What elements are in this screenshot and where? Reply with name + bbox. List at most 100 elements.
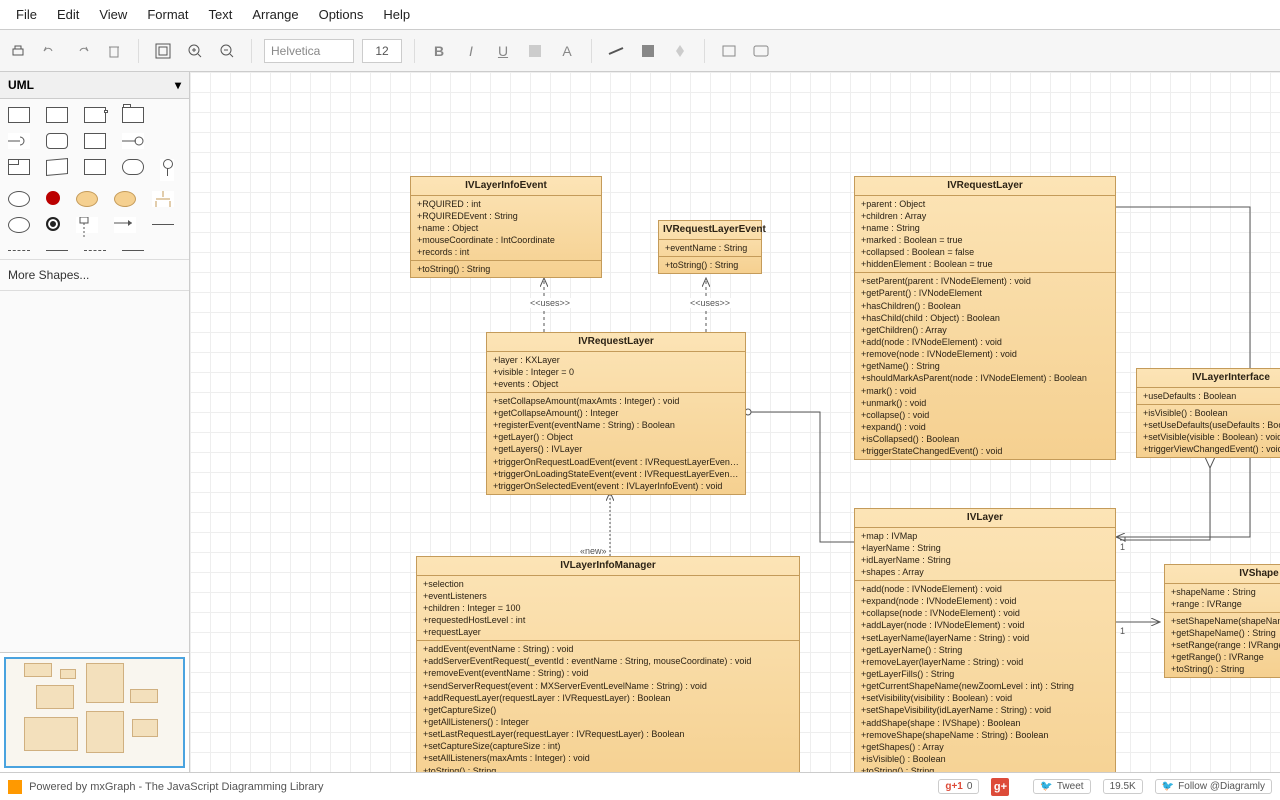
menu-format[interactable]: Format [137,3,198,26]
uml-ops: +setShapeName(shapeName : String) : void… [1165,613,1280,678]
shape-initial[interactable] [46,191,60,205]
shape-dependency[interactable] [8,250,30,251]
shape-message[interactable] [114,217,136,233]
uml-class-E[interactable]: IVLayerInterface+useDefaults : Boolean+i… [1136,368,1280,458]
uml-op: +sendServerRequest(event : MXServerEvent… [423,680,793,692]
uml-op: +expand(node : IVNodeElement) : void [861,595,1109,607]
powered-by-label: Powered by mxGraph - The JavaScript Diag… [29,780,323,792]
diagram-canvas[interactable]: 1 1 <<uses>> <<uses>> «new» IVLayerInfoE… [190,72,1280,772]
uml-class-C[interactable]: IVRequestLayer +layer : KXLayer+visible :… [486,332,746,495]
bold-icon[interactable]: B [427,39,451,63]
uml-title: IVLayerInfoManager [417,557,799,576]
shape-final-state[interactable] [114,191,136,207]
uml-attr: +layerName : String [861,542,1109,554]
sidebar-section-uml[interactable]: UML ▾ [0,72,189,99]
shape-node[interactable] [46,158,68,176]
font-color-icon[interactable]: A [555,39,579,63]
shape-assoc[interactable] [152,224,174,225]
menu-edit[interactable]: Edit [47,3,89,26]
fit-icon[interactable] [151,39,175,63]
shape-component[interactable] [84,107,106,123]
underline-icon[interactable]: U [491,39,515,63]
uml-op: +unmark() : void [861,397,1109,409]
line-color-icon[interactable] [604,39,628,63]
uml-attr: +children : Integer = 100 [423,602,793,614]
uml-op: +mark() : void [861,385,1109,397]
shape-fork[interactable] [152,191,174,207]
uml-op: +expand() : void [861,421,1109,433]
menu-view[interactable]: View [89,3,137,26]
shape-rounded[interactable] [46,133,68,149]
shape-final[interactable] [46,217,60,231]
shape-actor[interactable] [160,159,174,181]
undo-icon[interactable] [38,39,62,63]
menu-help[interactable]: Help [373,3,420,26]
uml-class-B[interactable]: IVRequestLayerEvent+eventName : String+t… [658,220,762,274]
uml-title: IVRequestLayer [487,333,745,352]
uml-class-H[interactable]: IVShape+shapeName : String+range : IVRan… [1164,564,1280,678]
uml-class-F[interactable]: IVLayerInfoManager+selection+eventListen… [416,556,800,772]
font-size-input[interactable]: 12 [362,39,402,63]
shape-class-2[interactable] [46,107,68,123]
more-shapes-link[interactable]: More Shapes... [0,259,189,291]
shadow-icon[interactable] [668,39,692,63]
shape-object[interactable] [84,133,106,149]
uml-attr: +shapeName : String [1171,586,1280,598]
gradient-icon[interactable] [636,39,660,63]
fill-color-icon[interactable] [523,39,547,63]
shape-empty-circle[interactable] [8,217,30,233]
menu-options[interactable]: Options [309,3,374,26]
uml-op: +getCurrentShapeName(newZoomLevel : int)… [861,680,1109,692]
overview-panel[interactable] [0,652,189,772]
redo-icon[interactable] [70,39,94,63]
shape-lollipop[interactable] [122,133,144,149]
shape-class[interactable] [8,107,30,123]
print-icon[interactable] [6,39,30,63]
sidebar-section-label: UML [8,78,34,92]
shape-activity[interactable] [122,159,144,175]
uml-attr: +eventName : String [665,242,755,254]
uml-op: +setRange(range : IVRange) : IVRange [1171,639,1280,651]
powered-by[interactable]: Powered by mxGraph - The JavaScript Diag… [8,780,324,794]
uml-class-D[interactable]: IVRequestLayer+parent : Object+children … [854,176,1116,460]
tweet-button[interactable]: 🐦 Tweet [1033,779,1090,794]
gplus-count[interactable]: g+1 0 [938,779,979,794]
uml-op: +setLastRequestLayer(requestLayer : IVRe… [423,728,793,740]
menu-text[interactable]: Text [198,3,242,26]
uml-attr: +range : IVRange [1171,598,1280,610]
italic-icon[interactable]: I [459,39,483,63]
uml-op: +hasChildren() : Boolean [861,300,1109,312]
gplus-icon[interactable]: g+ [991,778,1009,796]
font-name-select[interactable]: Helvetica [264,39,354,63]
shape-package[interactable] [122,107,144,123]
shape-note[interactable] [84,159,106,175]
overview-viewport[interactable] [4,657,185,768]
uml-class-A[interactable]: IVLayerInfoEvent+RQUIRED : int+RQUIREDEv… [410,176,602,278]
shape-lifeline[interactable] [76,217,98,233]
delete-icon[interactable] [102,39,126,63]
shape-realization[interactable] [84,250,106,251]
shape-aggregation[interactable] [122,250,144,251]
menu-file[interactable]: File [6,3,47,26]
shape-frame[interactable] [8,159,30,175]
shape-rounded-icon[interactable] [749,39,773,63]
uml-op: +getCollapseAmount() : Integer [493,407,739,419]
svg-text:1: 1 [1120,626,1125,636]
shape-usecase[interactable] [8,191,30,207]
uml-op: +addEvent(eventName : String) : void [423,643,793,655]
uml-op: +getLayer() : Object [493,431,739,443]
uml-attr: +layer : KXLayer [493,354,739,366]
zoom-out-icon[interactable] [215,39,239,63]
follow-button[interactable]: 🐦 Follow @Diagramly [1155,779,1272,794]
zoom-in-icon[interactable] [183,39,207,63]
shape-state[interactable] [76,191,98,207]
uml-attr: +visible : Integer = 0 [493,366,739,378]
uml-op: +triggerOnRequestLoadEvent(event : IVReq… [493,456,739,468]
menu-arrange[interactable]: Arrange [242,3,308,26]
shape-rect-icon[interactable] [717,39,741,63]
shape-generalization[interactable] [46,250,68,251]
shape-required-interface[interactable] [8,133,30,149]
uml-class-G[interactable]: IVLayer+map : IVMap+layerName : String+i… [854,508,1116,772]
uml-op: +triggerOnSelectedEvent(event : IVLayerI… [493,480,739,492]
uml-op: +removeEvent(eventName : String) : void [423,667,793,679]
